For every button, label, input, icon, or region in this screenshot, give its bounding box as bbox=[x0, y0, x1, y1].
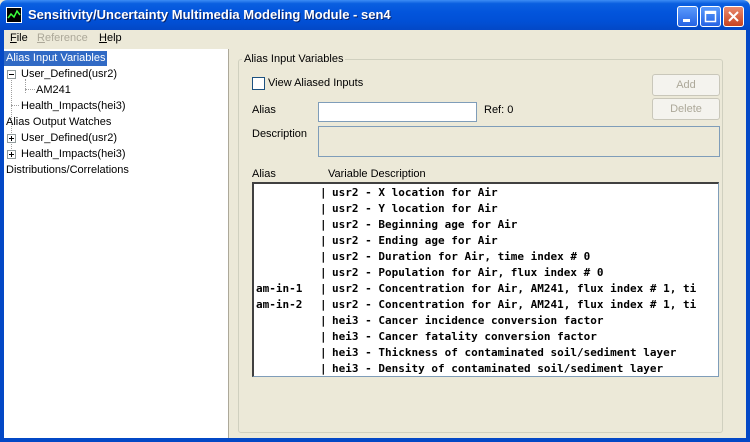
ref-label: Ref: 0 bbox=[484, 104, 514, 116]
list-item-separator: | bbox=[320, 250, 327, 263]
group-title: Alias Input Variables bbox=[242, 53, 346, 65]
list-item-description: hei3 - Cancer fatality conversion factor bbox=[332, 330, 597, 343]
list-item-description: usr2 - Concentration for Air, AM241, flu… bbox=[332, 298, 697, 311]
view-aliased-inputs-label[interactable]: View Aliased Inputs bbox=[268, 77, 363, 89]
tree-node-alias-input-variables[interactable]: Alias Input Variables bbox=[4, 51, 108, 66]
minimize-button[interactable] bbox=[677, 6, 698, 27]
list-item-separator: | bbox=[320, 186, 327, 199]
menu-reference-accel: R bbox=[37, 32, 45, 44]
list-item-description: usr2 - Ending age for Air bbox=[332, 234, 498, 247]
window-border-bottom bbox=[0, 438, 750, 442]
list-item-alias: am-in-1 bbox=[256, 282, 303, 295]
list-item-separator: | bbox=[320, 202, 327, 215]
list-item-description: usr2 - Y location for Air bbox=[332, 202, 498, 215]
list-item-description: usr2 - Concentration for Air, AM241, flu… bbox=[332, 282, 697, 295]
list-item-description: hei3 - Thickness of contaminated soil/se… bbox=[332, 346, 677, 359]
description-label: Description bbox=[252, 128, 308, 140]
list-item-separator: | bbox=[320, 218, 327, 231]
list-item-description: usr2 - Population for Air, flux index # … bbox=[332, 266, 604, 279]
close-button[interactable] bbox=[723, 6, 744, 27]
tree-node-distributions-correlations[interactable]: Distributions/Correlations bbox=[6, 163, 129, 178]
column-header-variable-description: Variable Description bbox=[328, 168, 426, 180]
tree-node-am241[interactable]: AM241 bbox=[36, 83, 71, 98]
window-title: Sensitivity/Uncertainty Multimedia Model… bbox=[28, 7, 391, 22]
tree-node-health-impacts-hei3-output[interactable]: Health_Impacts(hei3) bbox=[21, 147, 126, 162]
list-item-alias: am-in-2 bbox=[256, 298, 303, 311]
list-item-separator: | bbox=[320, 330, 327, 343]
list-item-separator: | bbox=[320, 346, 327, 359]
list-item-description: usr2 - Beginning age for Air bbox=[332, 218, 518, 231]
list-item-separator: | bbox=[320, 314, 327, 327]
window-border-right bbox=[746, 30, 750, 442]
list-item-separator: | bbox=[320, 282, 327, 295]
tree-node-user-defined-usr2-input[interactable]: User_Defined(usr2) bbox=[21, 67, 117, 82]
list-item-description: usr2 - X location for Air bbox=[332, 186, 498, 199]
tree-connector bbox=[25, 89, 35, 90]
list-item-separator: | bbox=[320, 266, 327, 279]
alias-label: Alias bbox=[252, 104, 276, 116]
expand-icon[interactable] bbox=[7, 134, 16, 143]
alias-input[interactable] bbox=[318, 102, 477, 122]
list-item-separator: | bbox=[320, 234, 327, 247]
column-header-alias: Alias bbox=[252, 168, 276, 180]
menu-reference-label: eference bbox=[44, 32, 88, 44]
list-item-description: usr2 - Duration for Air, time index # 0 bbox=[332, 250, 591, 263]
collapse-icon[interactable] bbox=[7, 70, 16, 79]
menu-file[interactable]: File bbox=[10, 32, 28, 44]
tree-node-alias-output-watches[interactable]: Alias Output Watches bbox=[6, 115, 111, 130]
menu-help-label: elp bbox=[106, 32, 122, 44]
list-item-separator: | bbox=[320, 362, 327, 375]
maximize-button[interactable] bbox=[700, 6, 721, 27]
list-item-description: hei3 - Cancer incidence conversion facto… bbox=[332, 314, 604, 327]
app-icon[interactable] bbox=[6, 7, 22, 23]
tree-node-user-defined-usr2-output[interactable]: User_Defined(usr2) bbox=[21, 131, 117, 146]
description-field[interactable] bbox=[318, 126, 720, 157]
tree-connector bbox=[11, 105, 19, 106]
tree-view[interactable]: Alias Input Variables User_Defined(usr2)… bbox=[4, 49, 229, 438]
view-aliased-inputs-checkbox[interactable] bbox=[252, 77, 265, 90]
add-button[interactable]: Add bbox=[652, 74, 720, 96]
list-item-separator: | bbox=[320, 298, 327, 311]
list-item-description: hei3 - Density of contaminated soil/sedi… bbox=[332, 362, 664, 375]
delete-button[interactable]: Delete bbox=[652, 98, 720, 120]
menu-file-label: ile bbox=[16, 32, 28, 44]
tree-node-health-impacts-hei3-input[interactable]: Health_Impacts(hei3) bbox=[21, 99, 126, 114]
menu-file-accel: F bbox=[10, 32, 17, 44]
expand-icon[interactable] bbox=[7, 150, 16, 159]
menu-bar: File Reference Help bbox=[4, 30, 746, 48]
menu-help-accel: H bbox=[99, 32, 107, 44]
title-bar[interactable]: Sensitivity/Uncertainty Multimedia Model… bbox=[0, 0, 750, 30]
menu-reference[interactable]: Reference bbox=[37, 32, 88, 44]
variable-list[interactable]: | usr2 - X location for Air | usr2 - Y loca… bbox=[252, 182, 719, 377]
menu-help[interactable]: Help bbox=[99, 32, 122, 44]
